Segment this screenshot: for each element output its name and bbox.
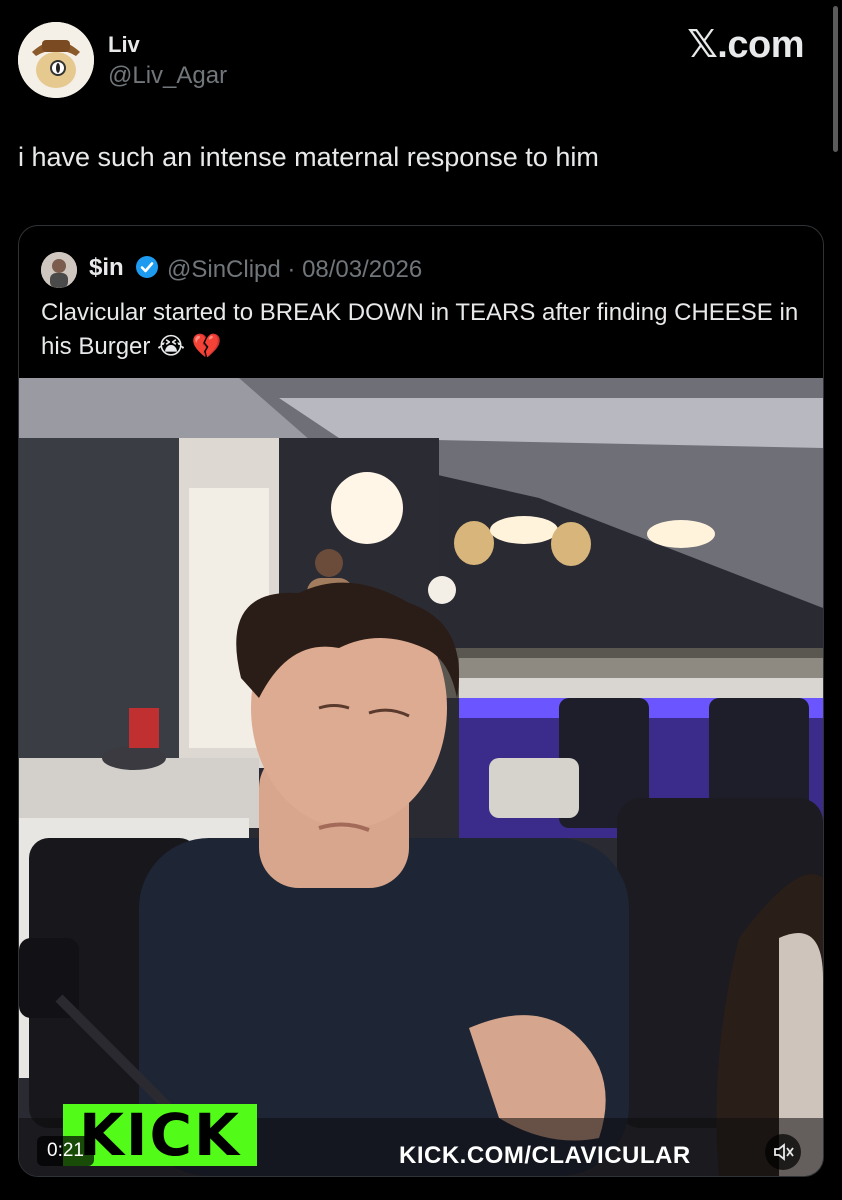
brand-logo: 𝕏.com [687, 24, 804, 66]
author-avatar[interactable] [18, 22, 94, 98]
tweet-text: i have such an intense maternal response… [18, 142, 599, 172]
video-player[interactable]: KICK KICK.COM/CLAVICULAR 0:21 [19, 378, 823, 1176]
author-name[interactable]: Liv [108, 32, 140, 58]
quoted-author-avatar[interactable] [41, 252, 77, 288]
kick-url: KICK.COM/CLAVICULAR [399, 1142, 691, 1169]
quoted-tweet[interactable]: $in @SinClipd · 08/03/2026 Clavicular st… [18, 225, 824, 1177]
scrollbar[interactable] [833, 6, 838, 152]
author-handle[interactable]: @Liv_Agar [108, 62, 227, 90]
mute-icon[interactable] [765, 1134, 801, 1170]
quoted-tweet-text: Clavicular started to BREAK DOWN in TEAR… [41, 299, 799, 360]
tweet-screenshot: Liv @Liv_Agar 𝕏.com i have such an inten… [0, 0, 842, 1200]
verified-badge-icon [136, 256, 158, 278]
video-frame [19, 378, 823, 1176]
quoted-author-handle-date[interactable]: @SinClipd · 08/03/2026 [167, 256, 422, 284]
video-timestamp: 0:21 [37, 1136, 94, 1166]
quoted-author-name[interactable]: $in [89, 254, 124, 282]
